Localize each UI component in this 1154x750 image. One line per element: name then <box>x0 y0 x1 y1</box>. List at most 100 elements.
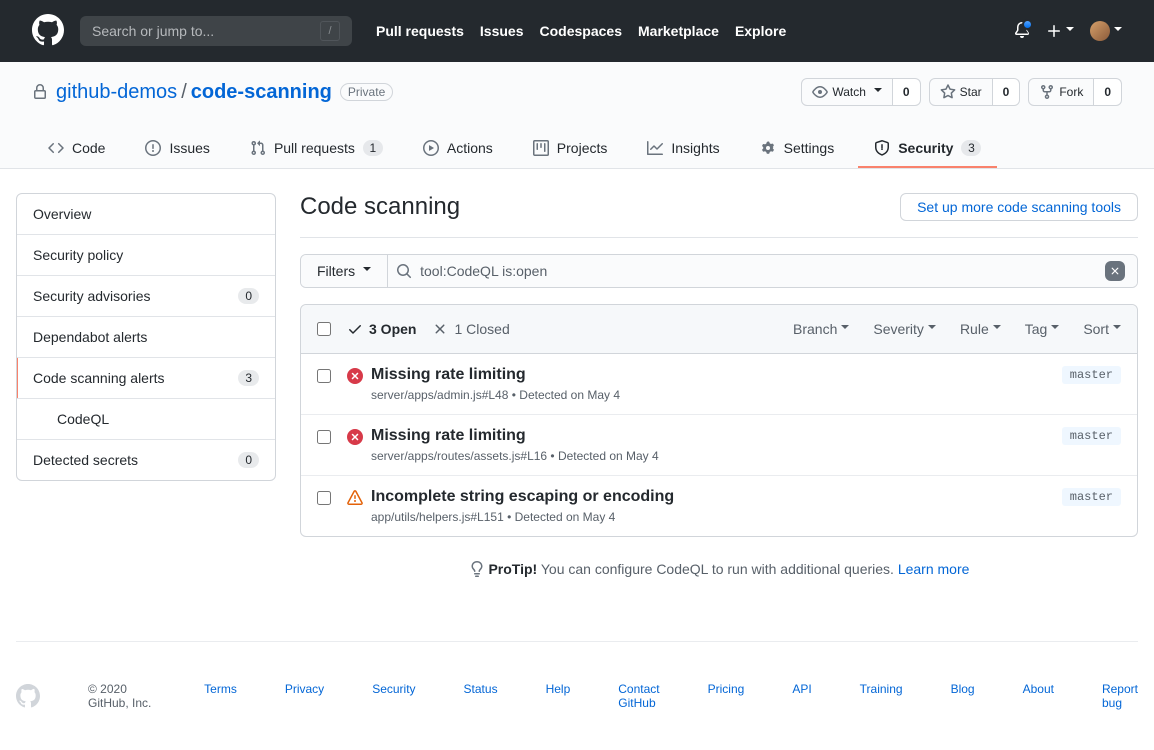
footer-link[interactable]: Help <box>546 682 571 710</box>
repo-title: github-demos / code-scanning Private <box>32 81 393 104</box>
create-new-menu[interactable] <box>1046 23 1074 39</box>
footer-link[interactable]: API <box>792 682 811 710</box>
tag-dropdown[interactable]: Tag <box>1025 321 1060 337</box>
fork-icon <box>1039 84 1055 100</box>
error-icon <box>347 429 363 445</box>
footer: © 2020 GitHub, Inc. Terms Privacy Security… <box>16 641 1138 750</box>
repo-owner-link[interactable]: github-demos <box>56 81 177 104</box>
footer-link[interactable]: Pricing <box>708 682 745 710</box>
filter-search-input[interactable] <box>420 263 1097 279</box>
branch-label: master <box>1062 427 1121 445</box>
github-logo[interactable] <box>32 14 64 49</box>
footer-link[interactable]: Training <box>860 682 903 710</box>
tab-pull-requests[interactable]: Pull requests1 <box>234 130 399 168</box>
alert-row[interactable]: Missing rate limitingserver/apps/routes/… <box>301 415 1137 476</box>
security-count: 3 <box>961 140 981 156</box>
closed-tab[interactable]: 1 Closed <box>432 321 509 337</box>
copyright: © 2020 GitHub, Inc. <box>88 682 156 710</box>
sidebar-item-overview[interactable]: Overview <box>17 194 275 235</box>
sidebar-item-secrets[interactable]: Detected secrets0 <box>17 440 275 480</box>
error-icon <box>347 368 363 384</box>
pull-request-icon <box>250 140 266 156</box>
tab-settings[interactable]: Settings <box>744 130 851 168</box>
watch-count[interactable]: 0 <box>893 78 921 106</box>
code-icon <box>48 140 64 156</box>
branch-label: master <box>1062 488 1121 506</box>
global-search-input[interactable]: Search or jump to... / <box>80 16 352 46</box>
footer-link[interactable]: Security <box>372 682 415 710</box>
alert-meta: server/apps/routes/assets.js#L16 • Detec… <box>371 449 1062 463</box>
github-mark-icon <box>16 684 40 708</box>
slash-key-hint: / <box>320 21 340 41</box>
rule-dropdown[interactable]: Rule <box>960 321 1001 337</box>
alert-title: Incomplete string escaping or encoding <box>371 488 1062 506</box>
fork-button[interactable]: Fork 0 <box>1028 78 1122 106</box>
tab-security[interactable]: Security3 <box>858 130 997 168</box>
clear-filter-button[interactable] <box>1105 261 1125 281</box>
alert-row[interactable]: Missing rate limitingserver/apps/admin.j… <box>301 354 1137 415</box>
branch-dropdown[interactable]: Branch <box>793 321 849 337</box>
star-count[interactable]: 0 <box>993 78 1021 106</box>
tab-actions[interactable]: Actions <box>407 130 509 168</box>
repo-tabs: Code Issues Pull requests1 Actions Proje… <box>32 130 1122 168</box>
footer-link[interactable]: Status <box>464 682 498 710</box>
user-menu[interactable] <box>1090 21 1122 41</box>
nav-issues[interactable]: Issues <box>480 23 524 39</box>
protip-learn-more-link[interactable]: Learn more <box>898 561 970 577</box>
notification-indicator-dot <box>1022 19 1033 30</box>
alert-row[interactable]: Incomplete string escaping or encodingap… <box>301 476 1137 536</box>
bulb-icon <box>469 561 485 577</box>
repo-header: github-demos / code-scanning Private Wat… <box>0 62 1154 169</box>
main-content: Code scanning Set up more code scanning … <box>300 193 1138 577</box>
alert-checkbox[interactable] <box>317 430 331 444</box>
sort-dropdown[interactable]: Sort <box>1083 321 1121 337</box>
select-all-checkbox[interactable] <box>317 322 331 336</box>
sidebar-subitem-codeql[interactable]: CodeQL <box>17 399 275 440</box>
x-icon <box>432 321 448 337</box>
security-sidebar: Overview Security policy Security adviso… <box>16 193 276 481</box>
tab-projects[interactable]: Projects <box>517 130 624 168</box>
filters-dropdown-button[interactable]: Filters <box>301 255 388 287</box>
alerts-box: 3 Open 1 Closed Branch Severity Rule Tag… <box>300 304 1138 537</box>
setup-tools-button[interactable]: Set up more code scanning tools <box>900 193 1138 221</box>
graph-icon <box>647 140 663 156</box>
nav-explore[interactable]: Explore <box>735 23 786 39</box>
sidebar-item-advisories[interactable]: Security advisories0 <box>17 276 275 317</box>
footer-link[interactable]: Privacy <box>285 682 324 710</box>
tab-issues[interactable]: Issues <box>129 130 225 168</box>
star-button[interactable]: Star 0 <box>929 78 1021 106</box>
fork-count[interactable]: 0 <box>1094 78 1122 106</box>
notifications-button[interactable] <box>1014 22 1030 41</box>
severity-dropdown[interactable]: Severity <box>873 321 936 337</box>
alerts-list: Missing rate limitingserver/apps/admin.j… <box>301 354 1137 536</box>
box-filter-dropdowns: Branch Severity Rule Tag Sort <box>793 321 1121 337</box>
alert-meta: server/apps/admin.js#L48 • Detected on M… <box>371 388 1062 402</box>
header-right <box>1014 21 1122 41</box>
nav-codespaces[interactable]: Codespaces <box>540 23 622 39</box>
sidebar-item-dependabot[interactable]: Dependabot alerts <box>17 317 275 358</box>
footer-link[interactable]: Report bug <box>1102 682 1138 710</box>
alert-checkbox[interactable] <box>317 491 331 505</box>
repo-separator: / <box>181 81 187 104</box>
footer-link[interactable]: Blog <box>951 682 975 710</box>
play-icon <box>423 140 439 156</box>
footer-link[interactable]: About <box>1023 682 1054 710</box>
watch-button[interactable]: Watch 0 <box>801 78 920 106</box>
filter-bar: Filters <box>300 254 1138 288</box>
open-tab[interactable]: 3 Open <box>347 321 416 337</box>
repo-name-link[interactable]: code-scanning <box>191 81 332 104</box>
shield-icon <box>874 140 890 156</box>
footer-link[interactable]: Terms <box>204 682 237 710</box>
alert-checkbox[interactable] <box>317 369 331 383</box>
footer-link[interactable]: Contact GitHub <box>618 682 659 710</box>
tab-insights[interactable]: Insights <box>631 130 735 168</box>
project-icon <box>533 140 549 156</box>
sidebar-item-policy[interactable]: Security policy <box>17 235 275 276</box>
search-icon <box>396 263 412 279</box>
pulls-count: 1 <box>363 140 383 156</box>
nav-pull-requests[interactable]: Pull requests <box>376 23 464 39</box>
sidebar-item-code-scanning[interactable]: Code scanning alerts3 <box>17 358 275 399</box>
nav-marketplace[interactable]: Marketplace <box>638 23 719 39</box>
search-placeholder: Search or jump to... <box>92 23 214 39</box>
tab-code[interactable]: Code <box>32 130 121 168</box>
